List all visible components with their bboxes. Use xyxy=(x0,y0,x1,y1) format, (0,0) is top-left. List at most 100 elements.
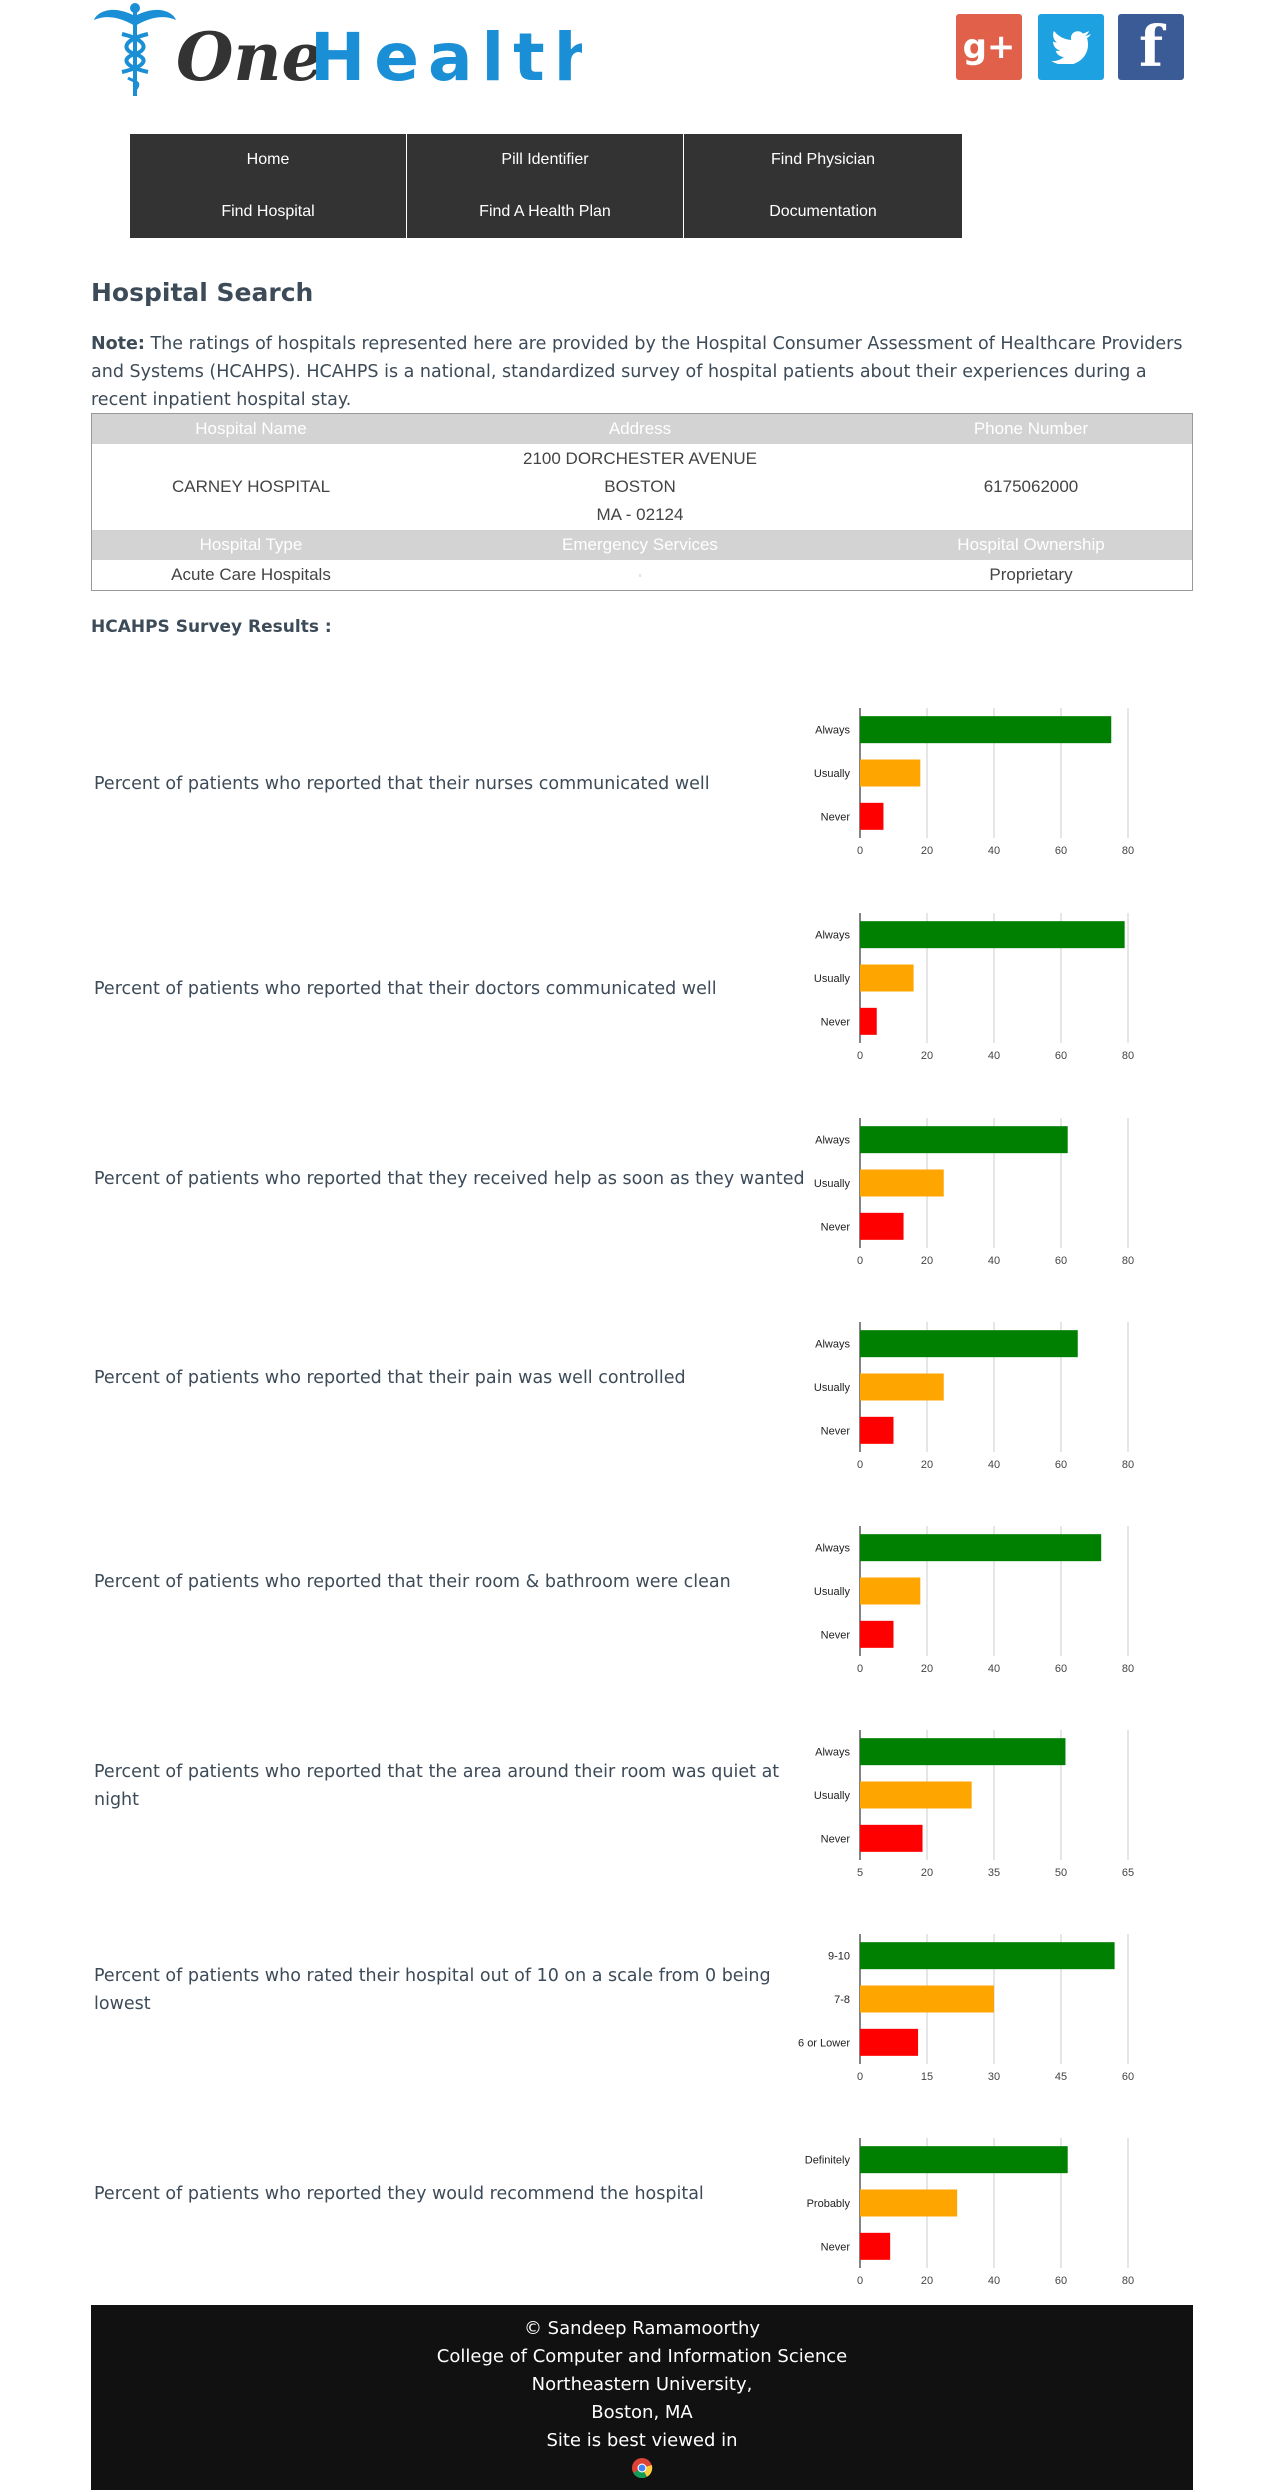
tick-label: 60 xyxy=(1055,1050,1067,1062)
survey-chart: 5 20 35 50 65 Always Usually Never xyxy=(780,1722,1160,1879)
address-line: BOSTON xyxy=(604,477,676,496)
note-body: The ratings of hospitals represented her… xyxy=(91,334,1183,410)
tick-label: 20 xyxy=(921,1255,933,1267)
bar-chart: 5 20 35 50 65 Always Usually Never xyxy=(814,1730,1134,1879)
twitter-icon[interactable] xyxy=(1038,14,1104,80)
footer: © Sandeep Ramamoorthy College of Compute… xyxy=(91,2305,1193,2490)
survey-chart: 0 20 40 60 80 Always Usually Never xyxy=(780,700,1160,857)
question-label: Percent of patients who rated their hosp… xyxy=(94,1966,771,2014)
svg-text:One: One xyxy=(176,18,323,96)
bar xyxy=(860,1126,1068,1154)
table-header-row: Hospital Name Address Phone Number xyxy=(92,414,1192,444)
category-label: Never xyxy=(821,811,851,823)
category-label: Never xyxy=(821,1425,851,1437)
question-label: Percent of patients who reported that th… xyxy=(94,774,710,794)
category-label: Never xyxy=(821,1221,851,1233)
tick-label: 40 xyxy=(988,1255,1000,1267)
nav-find-hospital[interactable]: Find Hospital xyxy=(130,186,406,238)
nav-home[interactable]: Home xyxy=(130,134,406,186)
category-label: Usually xyxy=(814,1790,851,1802)
tick-label: 40 xyxy=(988,2275,1000,2287)
facebook-icon[interactable]: f xyxy=(1118,14,1184,80)
tick-label: 40 xyxy=(988,1050,1000,1062)
bar-chart: 0 20 40 60 80 Always Usually Never xyxy=(814,708,1134,857)
bar xyxy=(860,1007,877,1035)
bar xyxy=(860,1577,921,1605)
category-label: 9-10 xyxy=(828,1951,850,1963)
bar-chart: 0 20 40 60 80 Always Usually Never xyxy=(814,1526,1134,1675)
bar xyxy=(860,2028,919,2056)
category-label: Always xyxy=(815,1135,850,1147)
category-label: Never xyxy=(821,1629,851,1641)
header-address: Address xyxy=(608,419,672,438)
tick-label: 0 xyxy=(857,1050,863,1062)
footer-best-viewed: Site is best viewed in xyxy=(546,2430,738,2451)
bar xyxy=(860,2146,1068,2174)
footer-college: College of Computer and Information Scie… xyxy=(436,2346,848,2367)
google-plus-icon[interactable]: g+ xyxy=(956,14,1022,80)
category-label: 7-8 xyxy=(834,1994,850,2006)
tick-label: 0 xyxy=(857,1255,863,1267)
header: One Health g+ f xyxy=(0,0,1280,130)
table-row: Acute Care Hospitals ▫ Proprietary xyxy=(92,560,1192,590)
bar-chart: 0 20 40 60 80 Always Usually Never xyxy=(814,1118,1134,1267)
main-nav: Home Pill Identifier Find Physician Find… xyxy=(130,134,962,238)
tick-label: 5 xyxy=(857,1867,863,1879)
footer-university: Northeastern University, xyxy=(531,2374,753,2395)
category-label: Definitely xyxy=(805,2155,851,2167)
tick-label: 45 xyxy=(1055,2071,1067,2083)
category-label: Always xyxy=(815,1747,850,1759)
bar xyxy=(860,2232,891,2260)
bar xyxy=(860,1620,894,1648)
nav-pill-identifier[interactable]: Pill Identifier xyxy=(407,134,683,186)
category-label: Always xyxy=(815,930,850,942)
question-label: Percent of patients who reported that th… xyxy=(94,979,717,999)
tick-label: 80 xyxy=(1122,1459,1134,1471)
nav-find-health-plan[interactable]: Find A Health Plan xyxy=(407,186,683,238)
bar xyxy=(860,1534,1102,1562)
table-header-row: Hospital Type Emergency Services Hospita… xyxy=(92,530,1192,560)
address-line: MA - 02124 xyxy=(596,505,684,524)
tick-label: 40 xyxy=(988,1663,1000,1675)
category-label: Usually xyxy=(814,1178,851,1190)
hospital-type: Acute Care Hospitals xyxy=(171,565,331,584)
tick-label: 60 xyxy=(1122,2071,1134,2083)
nav-find-physician[interactable]: Find Physician xyxy=(684,134,962,186)
tick-label: 80 xyxy=(1122,2275,1134,2287)
bar xyxy=(860,1738,1066,1766)
category-label: Usually xyxy=(814,1586,851,1598)
hospital-address: 2100 DORCHESTER AVENUE BOSTON MA - 02124 xyxy=(410,444,870,530)
tick-label: 20 xyxy=(921,1459,933,1471)
tick-label: 0 xyxy=(857,2275,863,2287)
tick-label: 20 xyxy=(921,1050,933,1062)
bar xyxy=(860,2189,958,2217)
bar-chart: 0 20 40 60 80 Always Usually Never xyxy=(814,913,1134,1062)
footer-location: Boston, MA xyxy=(591,2402,693,2423)
header-ownership: Hospital Ownership xyxy=(957,535,1105,554)
onehealth-logo[interactable]: One Health xyxy=(92,0,582,100)
bar-chart: 0 20 40 60 80 Always Usually Never xyxy=(814,1322,1134,1471)
survey-chart: 0 20 40 60 80 Always Usually Never xyxy=(780,1314,1160,1471)
note-label: Note: xyxy=(91,334,145,354)
bar xyxy=(860,921,1125,949)
tick-label: 40 xyxy=(988,1459,1000,1471)
tick-label: 80 xyxy=(1122,1663,1134,1675)
hospital-phone: 6175062000 xyxy=(983,477,1079,496)
tick-label: 30 xyxy=(988,2071,1000,2083)
svg-text:Health: Health xyxy=(310,19,582,96)
page-title: Hospital Search xyxy=(91,278,314,307)
tick-label: 20 xyxy=(921,1663,933,1675)
tick-label: 20 xyxy=(921,845,933,857)
question-label: Percent of patients who reported that th… xyxy=(94,1572,731,1592)
survey-title: HCAHPS Survey Results : xyxy=(91,617,332,637)
emergency-services-value: ▫ xyxy=(410,560,870,590)
bar xyxy=(860,1985,994,2013)
header-phone: Phone Number xyxy=(973,419,1089,438)
tick-label: 0 xyxy=(857,1663,863,1675)
nav-documentation[interactable]: Documentation xyxy=(684,186,962,238)
tick-label: 60 xyxy=(1055,1663,1067,1675)
caduceus-icon xyxy=(94,3,176,96)
category-label: Usually xyxy=(814,1382,851,1394)
hospital-ownership: Proprietary xyxy=(989,565,1073,584)
category-label: Never xyxy=(821,1833,851,1845)
